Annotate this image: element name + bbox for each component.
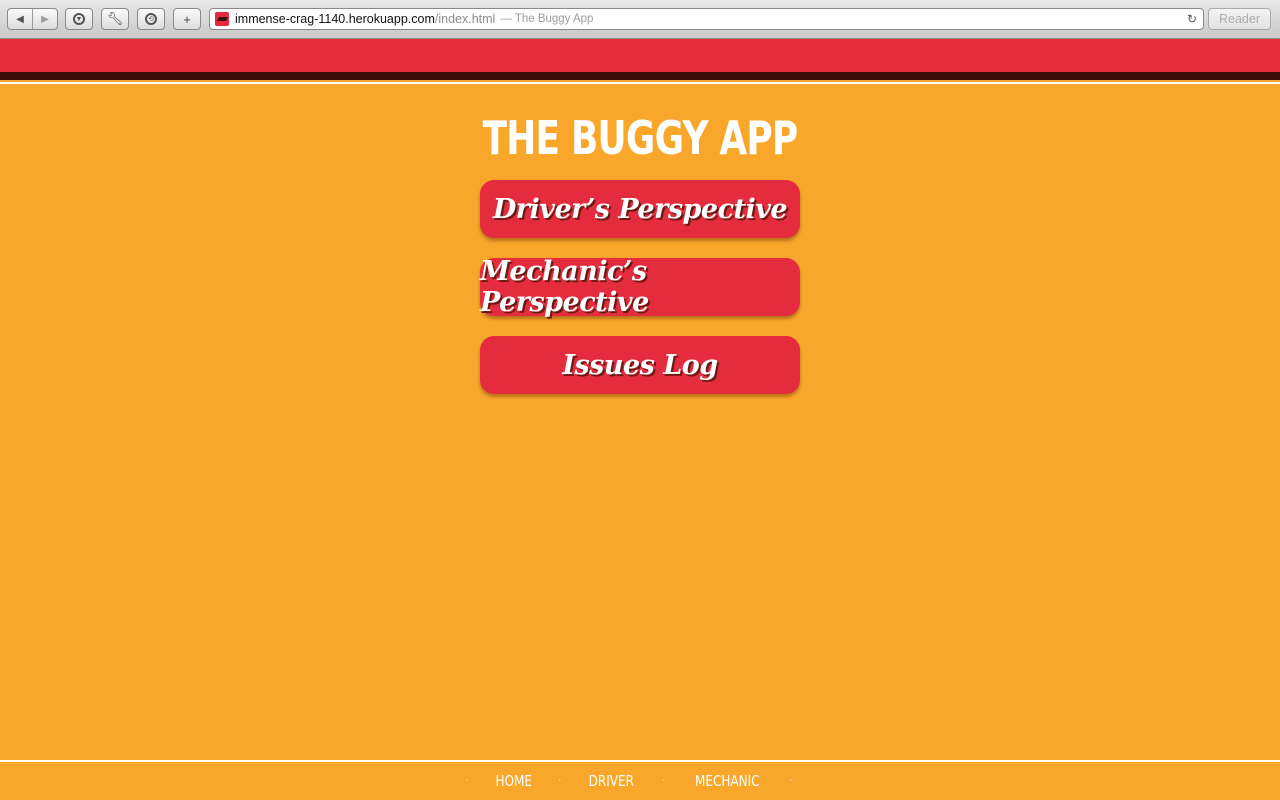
url-host: immense-crag-1140.herokuapp.com — [235, 12, 435, 26]
footer-nav: · HOME · DRIVER · MECHANIC · — [0, 768, 1280, 794]
site-favicon-icon — [215, 12, 229, 26]
address-bar[interactable]: immense-crag-1140.herokuapp.com /index.h… — [209, 8, 1204, 30]
browser-toolbar: ◀ ▶ ▼ 🔧︎ ⟲ + immense-crag-1140.herokuapp… — [0, 0, 1280, 39]
new-tab-button[interactable]: + — [173, 8, 201, 30]
back-forward-buttons: ◀ ▶ — [7, 8, 58, 30]
mechanics-perspective-button[interactable]: Mechanic’s Perspective — [480, 256, 800, 318]
header-dark-bar — [0, 72, 1280, 80]
footer-separator: · — [465, 776, 469, 786]
back-arrow-icon[interactable]: ◀ — [8, 9, 32, 29]
reload-icon[interactable]: ↻ — [1187, 12, 1197, 26]
footer-separator: · — [789, 776, 793, 786]
footer-link-home[interactable]: HOME — [495, 772, 531, 790]
plus-icon: + — [183, 11, 191, 27]
reader-button[interactable]: Reader — [1208, 8, 1271, 30]
footer-divider — [0, 760, 1280, 762]
drivers-perspective-button[interactable]: Driver’s Perspective — [480, 180, 800, 238]
forward-arrow-icon[interactable]: ▶ — [32, 9, 57, 29]
sync-icon: ⟲ — [145, 13, 157, 25]
footer-separator: · — [661, 776, 665, 786]
header-red-bar — [0, 39, 1280, 72]
downloads-icon: ▼ — [73, 13, 85, 25]
footer-separator: · — [558, 776, 562, 786]
page-title-in-address: — The Buggy App — [500, 13, 594, 25]
header-divider — [0, 82, 1280, 84]
page-title: THE BUGGY APP — [482, 111, 799, 165]
wrench-icon: 🔧︎ — [106, 11, 124, 26]
issues-log-button[interactable]: Issues Log — [480, 336, 800, 394]
sync-button[interactable]: ⟲ — [137, 8, 165, 30]
tools-button[interactable]: 🔧︎ — [101, 8, 129, 30]
footer-link-driver[interactable]: DRIVER — [589, 772, 634, 790]
downloads-button[interactable]: ▼ — [65, 8, 93, 30]
footer-link-mechanic[interactable]: MECHANIC — [695, 772, 759, 790]
url-path: /index.html — [434, 12, 496, 26]
